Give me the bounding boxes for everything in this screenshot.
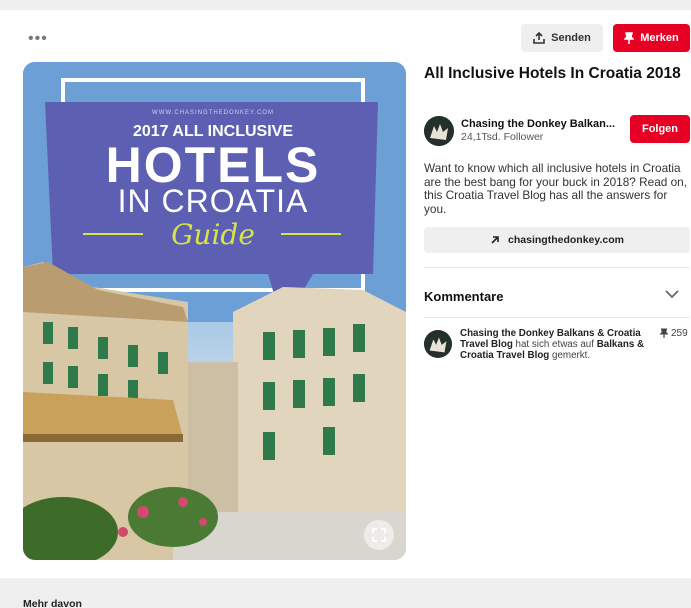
pin-description: Want to know which all inclusive hotels … [424,161,687,216]
more-like-this-section: Mehr davon [0,578,691,608]
activity-avatar[interactable] [424,330,452,358]
chevron-down-icon[interactable] [665,286,679,302]
divider [424,267,690,268]
source-link-button[interactable]: chasingthedonkey.com [424,227,690,253]
save-button[interactable]: Merken [613,24,690,52]
activity-end: gemerkt. [549,350,591,361]
pin-title: All Inclusive Hotels In Croatia 2018 [424,65,681,82]
author-name[interactable]: Chasing the Donkey Balkan... [461,118,615,130]
author-followers: 24,1Tsd. Follower [461,131,544,143]
follow-button[interactable]: Folgen [630,115,690,143]
send-button[interactable]: Senden [521,24,603,52]
image-headline-sub: IN CROATIA [118,183,309,219]
pushpin-icon [660,328,668,338]
save-label: Merken [640,32,679,44]
expand-icon [372,528,386,542]
croatia-hotels-graphic: WWW.CHASINGTHEDONKEY.COM 2017 ALL INCLUS… [23,62,406,560]
author-avatar[interactable] [424,116,454,146]
image-website: WWW.CHASINGTHEDONKEY.COM [152,110,274,116]
activity-middle: hat sich etwas auf [512,339,597,350]
source-link-label: chasingthedonkey.com [508,234,624,246]
pushpin-icon [624,31,635,44]
repin-count-value: 259 [671,328,688,339]
share-icon [533,32,545,44]
send-label: Senden [551,32,591,44]
external-link-icon [491,236,499,244]
expand-button[interactable] [364,520,394,550]
author-row: Chasing the Donkey Balkan... 24,1Tsd. Fo… [424,114,690,148]
pin-image[interactable]: WWW.CHASINGTHEDONKEY.COM 2017 ALL INCLUS… [23,62,406,560]
top-strip [0,0,691,10]
more-like-this-label: Mehr davon [23,598,82,608]
pin-detail-page: ••• Senden Merken WWW.CHASINGTHEDONKEY.C… [0,0,691,608]
more-options-icon[interactable]: ••• [28,30,48,48]
activity-text: Chasing the Donkey Balkans & Croatia Tra… [460,328,656,361]
image-headline-guide: Guide [171,218,255,251]
repin-count: 259 [660,328,688,339]
comments-heading[interactable]: Kommentare [424,289,503,304]
divider [424,317,690,318]
